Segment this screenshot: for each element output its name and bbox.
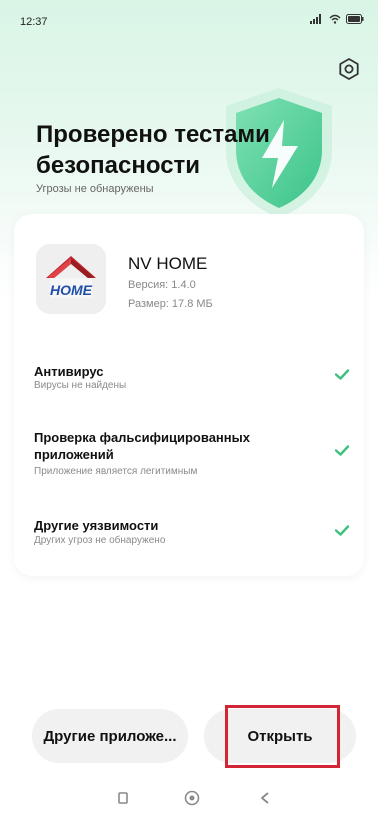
battery-icon [346, 14, 364, 24]
status-time: 12:37 [20, 16, 48, 28]
app-size: Размер: 17.8 МБ [128, 298, 213, 310]
page-subtitle: Угрозы не обнаружены [36, 183, 154, 195]
check-subtitle-vulnerabilities: Других угроз не обнаружено [34, 535, 166, 546]
highlight-box [225, 705, 340, 768]
app-version: Версия: 1.4.0 [128, 279, 196, 291]
page-title: Проверено тестами безопасности [36, 121, 270, 179]
check-subtitle-counterfeit: Приложение является легитимным [34, 466, 198, 477]
app-icon-text: HOME [50, 282, 93, 298]
other-apps-button[interactable]: Другие приложе... [32, 709, 188, 763]
check-subtitle-antivirus: Вирусы не найдены [34, 380, 127, 391]
status-icons [310, 14, 364, 24]
back-icon[interactable] [255, 788, 275, 808]
home-icon[interactable] [182, 788, 202, 808]
settings-icon [339, 58, 359, 80]
settings-button[interactable] [336, 56, 362, 82]
house-icon: HOME [36, 244, 106, 314]
check-title-counterfeit: Проверка фальсифицированных приложений [34, 430, 250, 462]
check-icon [334, 369, 350, 380]
check-title-antivirus: Антивирус [34, 364, 104, 379]
check-title-vulnerabilities: Другие уязвимости [34, 518, 159, 533]
status-bar: 12:37 [0, 0, 378, 36]
wifi-icon [329, 14, 341, 24]
navigation-bar [0, 780, 378, 817]
app-icon: HOME [36, 244, 106, 314]
check-icon [334, 525, 350, 536]
check-icon [334, 445, 350, 456]
recents-icon[interactable] [113, 788, 133, 808]
app-name: NV HOME [128, 254, 208, 273]
signal-icon [310, 14, 321, 24]
